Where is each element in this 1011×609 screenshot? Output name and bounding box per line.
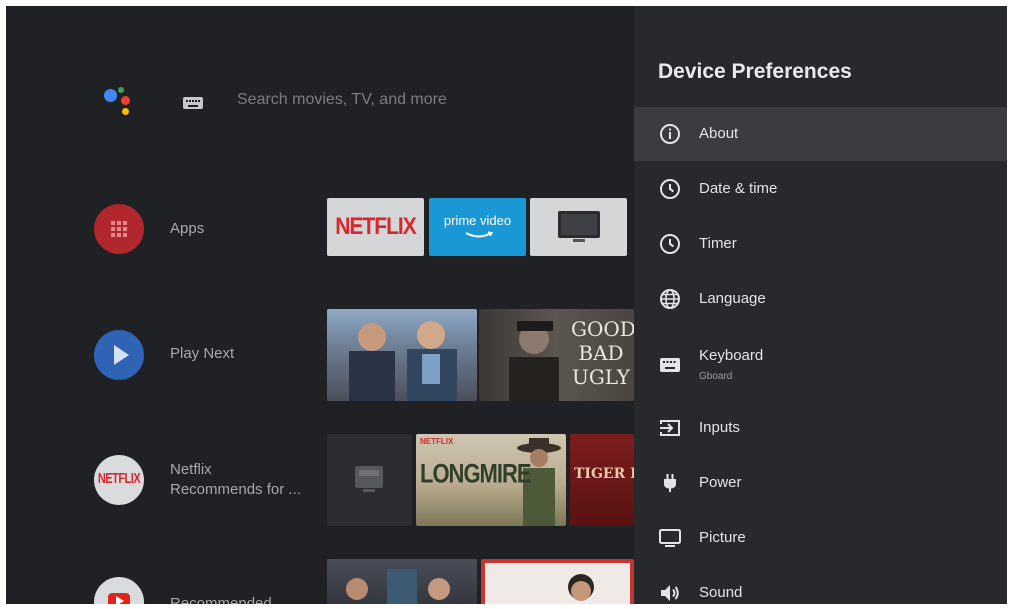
recommended-tile-2[interactable] — [481, 559, 634, 604]
menu-item-timer[interactable]: Timer — [634, 217, 1007, 271]
row-label-apps: Apps — [170, 220, 205, 237]
good-bad-ugly-title: GOOD BAD UGLY — [571, 317, 634, 389]
menu-item-picture[interactable]: Picture — [634, 511, 1007, 565]
tv-icon — [558, 211, 600, 242]
play-next-tile-comedy[interactable] — [327, 309, 477, 401]
video-still-image — [346, 569, 450, 604]
keyboard-icon — [660, 358, 680, 372]
monitor-icon — [659, 529, 681, 547]
globe-icon — [660, 289, 680, 309]
menu-item-keyboard[interactable]: Keyboard Gboard — [634, 336, 1007, 390]
play-next-icon[interactable] — [94, 330, 144, 380]
tv-screen: Search movies, TV, and more Apps NETFLIX… — [6, 6, 1007, 604]
prime-video-logo: prime video — [443, 213, 512, 228]
netflix-app-tile[interactable]: NETFLIX — [327, 198, 424, 256]
video-still-image — [568, 574, 594, 601]
menu-label-about: About — [699, 125, 739, 142]
netflix-badge: NETFLIX — [420, 437, 454, 446]
netflix-logo: NETFLIX — [335, 213, 417, 240]
menu-label-keyboard: Keyboard — [699, 347, 764, 364]
google-assistant-icon[interactable] — [104, 86, 138, 116]
amazon-smile-icon — [465, 231, 494, 238]
row-label-recommended: Recommended — [170, 595, 272, 604]
timer-icon — [660, 234, 680, 254]
menu-item-date-time[interactable]: Date & time — [634, 162, 1007, 216]
speaker-icon — [661, 585, 679, 601]
menu-label-timer: Timer — [699, 235, 737, 252]
panel-title: Device Preferences — [658, 60, 852, 83]
apps-icon[interactable] — [94, 204, 144, 254]
recommended-tile-1[interactable] — [327, 559, 477, 604]
menu-label-language: Language — [699, 290, 766, 307]
longmire-title: LONGMIRE — [420, 458, 532, 489]
youtube-channel-icon[interactable] — [94, 577, 144, 604]
home-screen: Search movies, TV, and more Apps NETFLIX… — [6, 6, 634, 604]
menu-label-power: Power — [699, 474, 742, 491]
netflix-channel-logo: NETFLIX — [97, 471, 141, 487]
menu-label-date-time: Date & time — [699, 180, 778, 197]
prime-video-app-tile[interactable]: prime video — [429, 198, 526, 256]
tiger-king-title: TIGER KING — [574, 466, 634, 482]
row-label-netflix-recommends: Netflix Recommends for ... — [170, 461, 301, 498]
menu-item-sound[interactable]: Sound — [634, 566, 1007, 604]
info-icon — [660, 124, 680, 144]
search-bar[interactable]: Search movies, TV, and more — [237, 91, 447, 109]
menu-item-about[interactable]: About — [634, 107, 1007, 161]
clock-icon — [660, 179, 680, 199]
menu-label-picture: Picture — [699, 529, 746, 546]
menu-item-power[interactable]: Power — [634, 456, 1007, 510]
input-icon — [660, 420, 680, 436]
menu-label-inputs: Inputs — [699, 419, 740, 436]
movie-still-image — [349, 321, 457, 401]
row-label-play-next: Play Next — [170, 345, 235, 362]
netflix-row-placeholder-tile[interactable] — [327, 434, 412, 526]
menu-label-sound: Sound — [699, 584, 743, 601]
menu-item-language[interactable]: Language — [634, 272, 1007, 326]
netflix-row-tile-tiger-king[interactable]: TIGER KING — [570, 434, 634, 526]
tv-app-tile[interactable] — [530, 198, 627, 256]
netflix-row-tile-longmire[interactable]: NETFLIX LONGMIRE — [416, 434, 566, 526]
menu-sub-keyboard: Gboard — [699, 371, 733, 382]
netflix-channel-icon[interactable]: NETFLIX — [94, 455, 144, 505]
power-plug-icon — [664, 474, 676, 492]
menu-item-inputs[interactable]: Inputs — [634, 401, 1007, 455]
device-preferences-panel: Device Preferences About Date & time Tim… — [634, 6, 1007, 604]
tv-icon — [355, 466, 383, 492]
play-next-tile-good-bad-ugly[interactable]: GOOD BAD UGLY — [479, 309, 634, 401]
keyboard-search-icon[interactable] — [182, 95, 204, 111]
movie-poster-image — [509, 321, 559, 401]
